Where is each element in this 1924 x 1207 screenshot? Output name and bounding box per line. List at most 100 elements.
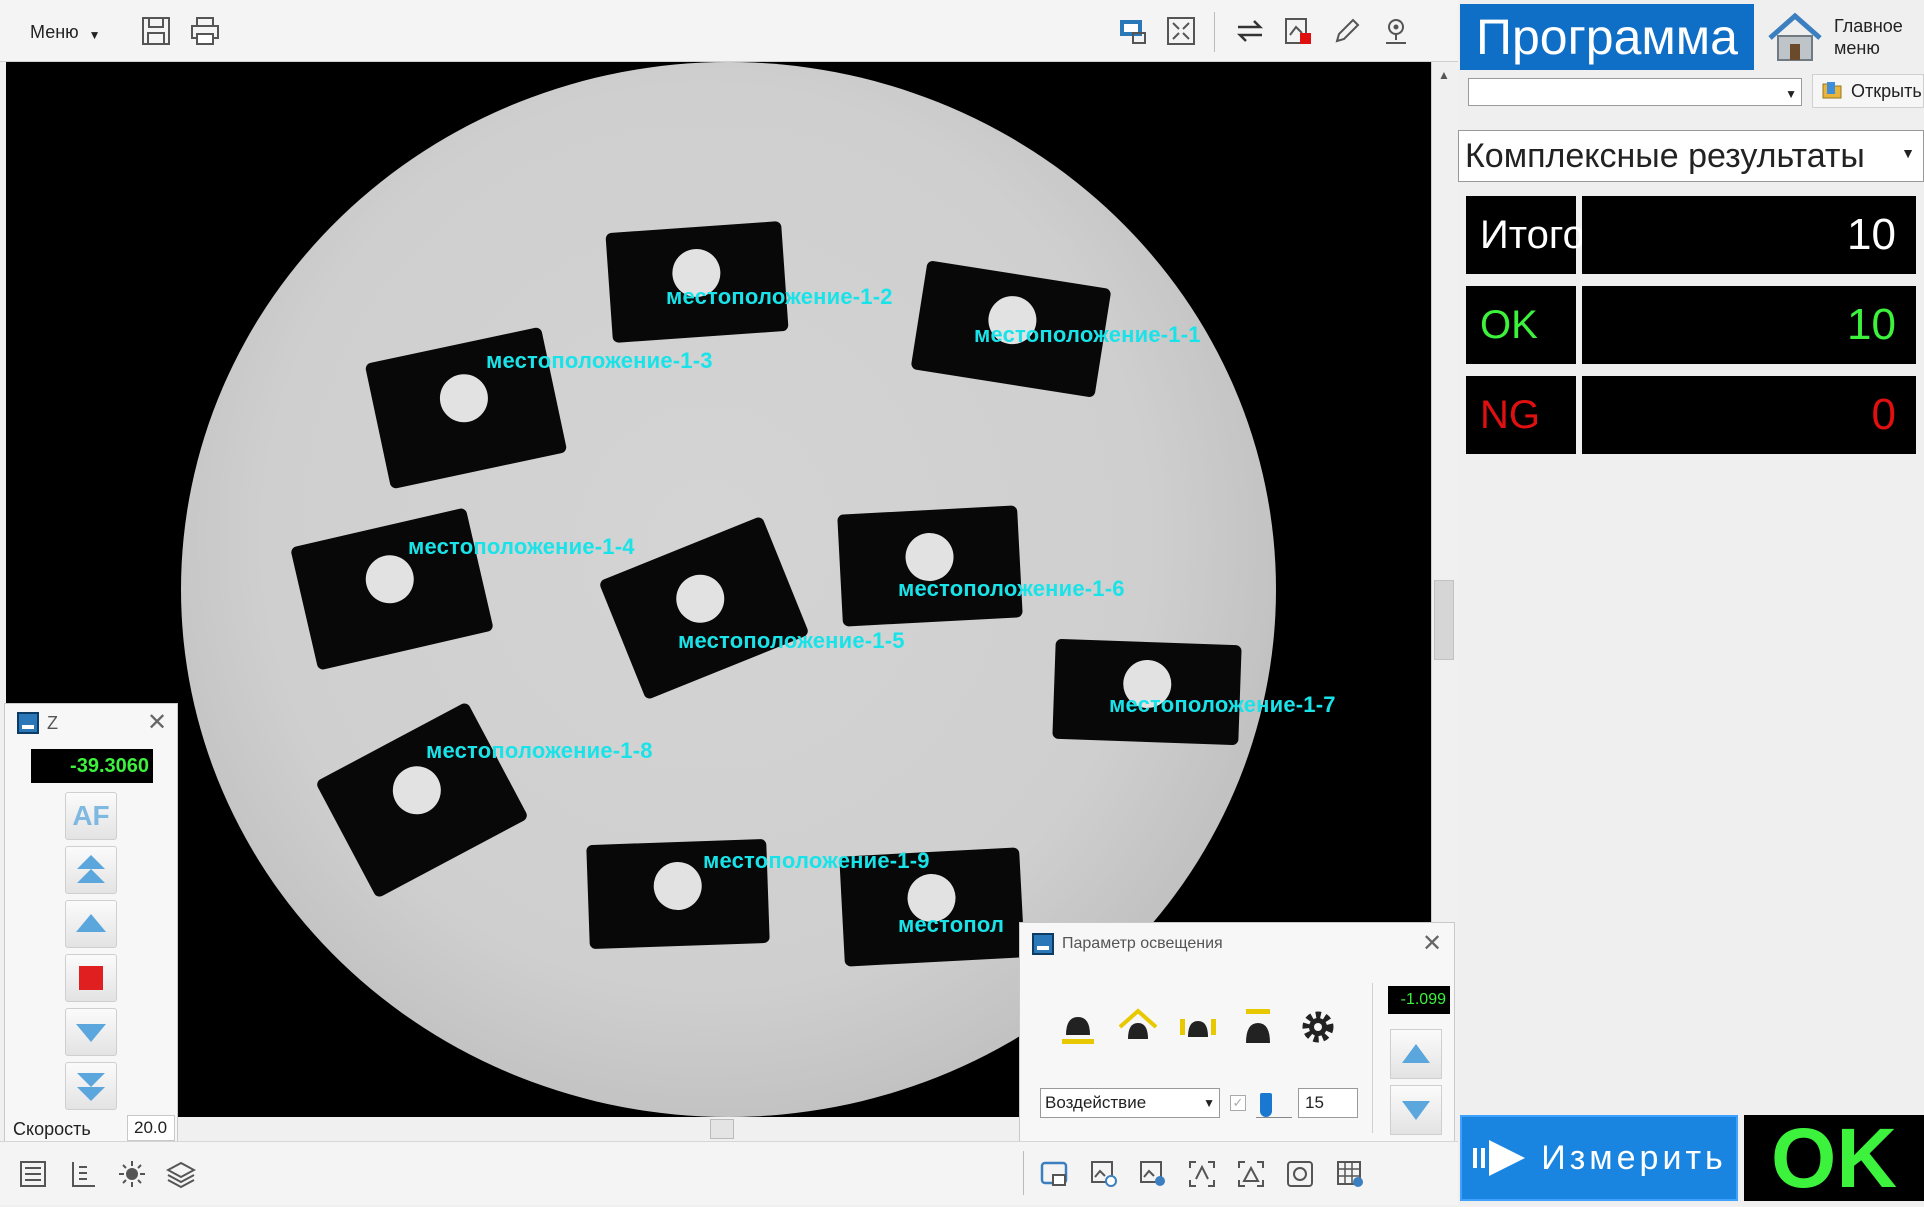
- intensity-input[interactable]: 15: [1298, 1088, 1358, 1118]
- save-icon[interactable]: [136, 11, 176, 51]
- grid-add-icon[interactable]: [1331, 1155, 1369, 1193]
- slider-thumb[interactable]: [1260, 1093, 1272, 1117]
- z-value-display: -39.3060: [31, 749, 153, 783]
- segment-light-button[interactable]: [1172, 999, 1224, 1055]
- stop-icon: [79, 966, 103, 990]
- auto-detect-icon[interactable]: [1183, 1155, 1221, 1193]
- brightness-icon[interactable]: [113, 1155, 151, 1193]
- z-down-fast-button[interactable]: [65, 1062, 117, 1110]
- window-select-icon[interactable]: [1035, 1155, 1073, 1193]
- coaxial-light-icon: [1062, 1017, 1094, 1044]
- segment-light-icon: [1180, 1019, 1216, 1037]
- list-icon[interactable]: [14, 1155, 52, 1193]
- light-up-button[interactable]: [1390, 1029, 1442, 1079]
- edge-detect-icon[interactable]: [1232, 1155, 1270, 1193]
- z-up-button[interactable]: [65, 900, 117, 948]
- lighting-parameter-panel: Параметр освещения ✕ Воздействие ▼ ✓ 15 …: [1019, 922, 1455, 1144]
- menu-button[interactable]: Меню ▼: [30, 18, 101, 46]
- z-axis-panel: Z ✕ -39.3060 AF Скорость 20.0: [4, 703, 178, 1145]
- layers-icon[interactable]: [162, 1155, 200, 1193]
- circle-tool-icon[interactable]: [1281, 1155, 1319, 1193]
- open-label: Открыть: [1851, 80, 1922, 101]
- double-down-arrow-icon: [77, 1073, 105, 1101]
- coaxial-light-button[interactable]: [1052, 999, 1104, 1055]
- caret-down-icon: ▼: [1203, 1096, 1215, 1110]
- ring-light-button[interactable]: [1112, 999, 1164, 1055]
- label-location-1-10: местопол: [898, 912, 1005, 937]
- intensity-slider[interactable]: [1256, 1093, 1292, 1123]
- close-icon[interactable]: ✕: [1422, 932, 1442, 956]
- label-location-1-2: местоположение-1-2: [666, 284, 893, 309]
- camera-settings-icon[interactable]: [1113, 11, 1153, 51]
- label-location-1-7: местоположение-1-7: [1109, 692, 1336, 717]
- close-icon[interactable]: ✕: [147, 711, 167, 735]
- swap-icon[interactable]: [1230, 11, 1270, 51]
- result-value: 10: [1582, 196, 1916, 274]
- image-record-icon[interactable]: [1278, 11, 1318, 51]
- measure-button[interactable]: Измерить: [1460, 1115, 1738, 1201]
- bottom-light-button[interactable]: [1232, 999, 1284, 1055]
- caret-down-icon: ▼: [88, 28, 101, 42]
- divider: [1372, 983, 1373, 1133]
- program-title[interactable]: Программа: [1460, 4, 1754, 70]
- autofocus-button[interactable]: AF: [65, 792, 117, 840]
- scroll-thumb[interactable]: [1434, 580, 1454, 660]
- home-icon: [1768, 12, 1822, 61]
- label-location-1-9: местоположение-1-9: [703, 848, 930, 873]
- part-1-2: [605, 220, 789, 344]
- open-button[interactable]: Открыть: [1812, 74, 1924, 108]
- z-stop-button[interactable]: [65, 954, 117, 1002]
- light-settings-button[interactable]: [1292, 999, 1344, 1055]
- down-arrow-icon: [76, 1024, 106, 1042]
- light-down-button[interactable]: [1390, 1085, 1442, 1135]
- lighting-mode-value: Воздействие: [1045, 1093, 1147, 1112]
- main-menu-button[interactable]: Главное меню: [1766, 6, 1924, 68]
- main-menu-label: Главное меню: [1834, 15, 1903, 59]
- lighting-panel-title-text: Параметр освещения: [1062, 935, 1223, 952]
- label-location-1-5: местоположение-1-5: [678, 628, 905, 653]
- lighting-panel-title: Параметр освещения: [1032, 933, 1223, 955]
- toolbar-separator: [1023, 1151, 1024, 1195]
- label-location-1-6: местоположение-1-6: [898, 576, 1125, 601]
- image-zoom-icon[interactable]: [1085, 1155, 1123, 1193]
- caret-down-icon: ▼: [1901, 145, 1915, 161]
- play-icon: [1473, 1140, 1526, 1176]
- label-location-1-8: местоположение-1-8: [426, 738, 653, 763]
- result-name: NG: [1466, 376, 1576, 454]
- label-location-1-3: местоположение-1-3: [486, 348, 713, 373]
- caret-down-icon: ▼: [1785, 87, 1797, 101]
- hscroll-thumb[interactable]: [710, 1119, 734, 1139]
- results-mode-select[interactable]: Комплексные результаты ▼: [1458, 130, 1924, 182]
- top-toolbar: Меню ▼: [0, 0, 1458, 62]
- folder-open-icon: [1822, 82, 1842, 99]
- fit-screen-icon[interactable]: [1161, 11, 1201, 51]
- enable-checkbox[interactable]: ✓: [1230, 1095, 1246, 1111]
- menu-label: Меню: [30, 21, 79, 42]
- main-menu-label-line2: меню: [1834, 38, 1880, 58]
- image-settings-icon[interactable]: [1134, 1155, 1172, 1193]
- speed-label: Скорость: [13, 1119, 91, 1139]
- pencil-icon[interactable]: [1327, 11, 1367, 51]
- lighting-value-display: -1.099: [1388, 986, 1450, 1014]
- scroll-up-icon[interactable]: ▲: [1438, 68, 1450, 82]
- label-location-1-1: местоположение-1-1: [974, 322, 1201, 347]
- z-up-fast-button[interactable]: [65, 846, 117, 894]
- down-arrow-icon: [1402, 1101, 1430, 1120]
- overall-status-badge: OK: [1744, 1111, 1924, 1205]
- speed-input[interactable]: 20.0: [127, 1115, 175, 1141]
- result-name: OK: [1466, 286, 1576, 364]
- program-select[interactable]: ▼: [1468, 78, 1802, 106]
- print-icon[interactable]: [185, 11, 225, 51]
- z-down-button[interactable]: [65, 1008, 117, 1056]
- ring-light-icon: [1118, 1008, 1158, 1039]
- axis-icon[interactable]: [63, 1155, 101, 1193]
- result-row-total: Итого 10: [1466, 196, 1916, 274]
- slider-track: [1256, 1117, 1292, 1121]
- part-1-6: [837, 505, 1023, 627]
- z-panel-title: Z: [17, 712, 58, 734]
- bottom-light-icon: [1246, 1009, 1270, 1043]
- result-row-ng: NG 0: [1466, 376, 1916, 454]
- panel-window-icon: [1032, 933, 1054, 955]
- location-pin-icon[interactable]: [1376, 11, 1416, 51]
- lighting-mode-select[interactable]: Воздействие ▼: [1040, 1088, 1220, 1118]
